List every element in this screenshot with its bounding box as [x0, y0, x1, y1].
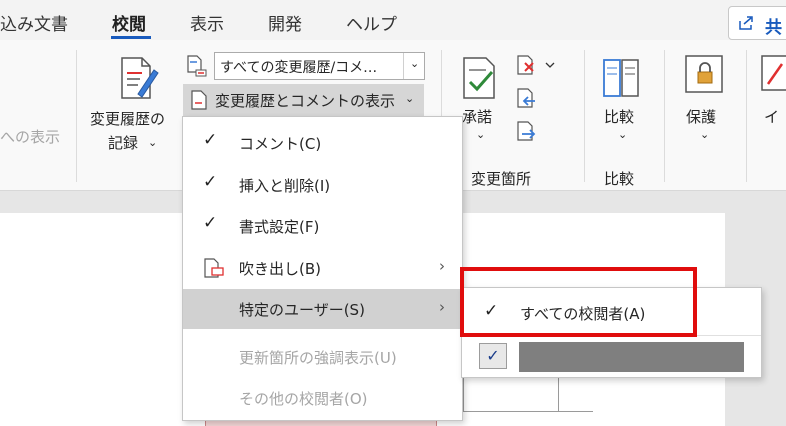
- markup-display-dropdown[interactable]: すべての変更履歴/コメ… ⌄: [214, 52, 425, 80]
- track-changes-button[interactable]: 変更履歴の 記録 ⌄: [82, 46, 178, 154]
- track-changes-label-line1: 変更履歴の: [90, 110, 166, 128]
- check-icon: ✓: [203, 213, 218, 233]
- annotation-highlight-box: [460, 267, 697, 337]
- check-icon: ✓: [203, 130, 218, 150]
- previous-change-icon[interactable]: [516, 87, 538, 115]
- chevron-down-icon: ⌄: [700, 128, 710, 141]
- ribbon-tab-bar: 込み文書 校閲 表示 開発 ヘルプ 共: [0, 0, 786, 40]
- menu-item-comments[interactable]: ✓ コメント(C): [183, 123, 462, 163]
- active-tab-indicator: [111, 36, 151, 39]
- accept-label: 承諾: [462, 108, 493, 126]
- share-label: 共: [765, 18, 782, 38]
- compare-label: 比較: [604, 108, 635, 126]
- tab-view[interactable]: 表示: [190, 10, 224, 35]
- menu-item-label: 更新箇所の強調表示(U): [239, 349, 397, 367]
- menu-item-label: 吹き出し(B): [239, 260, 321, 278]
- dropdown-divider: [403, 53, 404, 79]
- accept-button[interactable]: 承諾 ⌄: [456, 50, 508, 150]
- chevron-right-icon: ›: [439, 257, 445, 275]
- track-changes-label-line2: 記録: [108, 134, 139, 152]
- compare-icon: [602, 56, 642, 104]
- tab-developer[interactable]: 開発: [268, 10, 302, 35]
- reviewer-name-redacted[interactable]: [519, 342, 744, 372]
- lock-icon: [684, 54, 724, 98]
- menu-item-label: コメント(C): [239, 135, 322, 153]
- menu-item-highlight-updates: 更新箇所の強調表示(U): [183, 337, 462, 377]
- reject-icon[interactable]: [516, 54, 556, 80]
- menu-item-insertions-deletions[interactable]: ✓ 挿入と削除(I): [183, 165, 462, 205]
- menu-item-specific-people[interactable]: 特定のユーザー(S) ›: [183, 289, 462, 329]
- chevron-down-icon[interactable]: ⌄: [410, 57, 419, 70]
- group-separator: [664, 50, 665, 182]
- tab-help[interactable]: ヘルプ: [346, 10, 397, 35]
- ink-label: イ: [764, 108, 780, 126]
- show-markup-button[interactable]: 変更履歴とコメントの表示 ⌄: [183, 84, 424, 116]
- chevron-down-icon: ⌄: [618, 128, 628, 141]
- changes-group-label: 変更箇所: [471, 170, 532, 188]
- chevron-down-icon: ⌄: [148, 136, 158, 149]
- compare-group-label: 比較: [604, 170, 635, 188]
- menu-item-balloons[interactable]: 吹き出し(B) ›: [183, 248, 462, 288]
- check-icon: ✓: [203, 172, 218, 192]
- menu-item-label: 挿入と削除(I): [239, 177, 331, 195]
- group-separator: [746, 50, 747, 182]
- ink-icon[interactable]: [760, 54, 786, 98]
- next-change-icon[interactable]: [516, 120, 538, 148]
- tab-review[interactable]: 校閲: [112, 10, 146, 35]
- menu-item-label: その他の校閲者(O): [239, 390, 368, 408]
- chevron-down-icon: ⌄: [405, 92, 415, 105]
- menu-item-label: 特定のユーザー(S): [239, 301, 365, 319]
- menu-item-other-authors: その他の校閲者(O): [183, 378, 462, 418]
- show-markup-icon: [190, 89, 208, 115]
- markup-display-value: すべての変更履歴/コメ…: [220, 60, 378, 76]
- share-icon: [738, 15, 754, 35]
- chevron-right-icon: ›: [439, 298, 445, 316]
- accept-icon: [462, 56, 498, 104]
- balloon-icon: [203, 257, 225, 283]
- display-for-review-icon: [186, 54, 208, 82]
- group-separator: [584, 50, 585, 182]
- ribbon-truncated-label: への表示: [0, 128, 61, 146]
- menu-item-label: 書式設定(F): [239, 218, 320, 236]
- share-button[interactable]: 共: [728, 6, 786, 40]
- compare-button[interactable]: 比較 ⌄: [596, 50, 650, 150]
- page-border-line: [463, 411, 593, 412]
- chevron-down-icon: ⌄: [476, 128, 486, 141]
- tab-mailings[interactable]: 込み文書: [0, 10, 68, 35]
- group-separator: [76, 50, 77, 182]
- protect-label: 保護: [686, 108, 717, 126]
- menu-item-formatting[interactable]: ✓ 書式設定(F): [183, 206, 462, 246]
- protect-button[interactable]: 保護 ⌄: [676, 50, 732, 150]
- show-markup-label: 変更履歴とコメントの表示: [215, 92, 396, 110]
- show-markup-menu: ✓ コメント(C) ✓ 挿入と削除(I) ✓ 書式設定(F) 吹き出し(B) ›…: [182, 116, 463, 421]
- reviewer-checkbox[interactable]: ✓: [479, 343, 507, 369]
- track-changes-icon: [120, 56, 160, 104]
